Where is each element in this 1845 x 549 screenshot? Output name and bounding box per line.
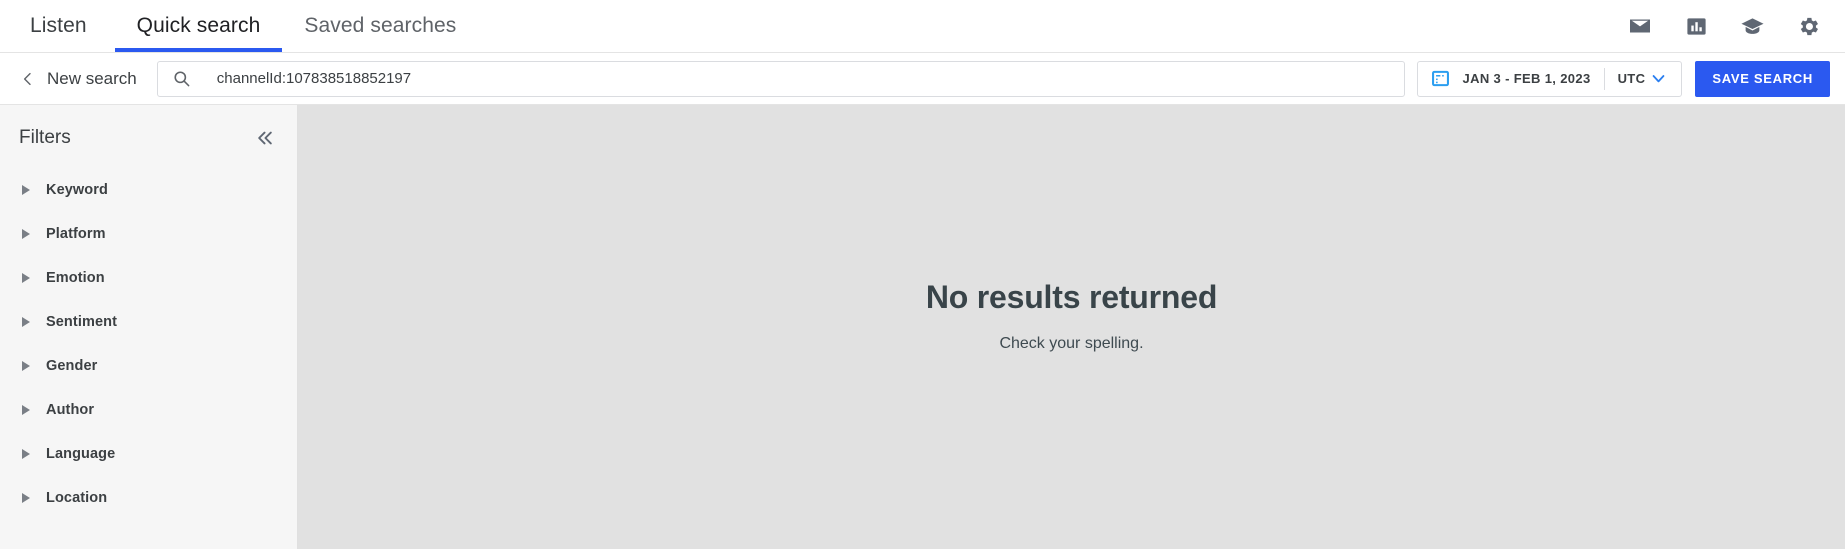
triangle-right-icon [22,317,30,327]
chevron-down-icon [1652,75,1665,83]
mail-icon[interactable] [1627,13,1653,39]
sidebar-item-author[interactable]: Author [0,388,297,432]
timezone-selector[interactable]: UTC [1618,70,1668,87]
sidebar-item-label: Gender [46,358,98,374]
triangle-right-icon [22,229,30,239]
page-body: Filters Keyword Platform Emotion Sentime… [0,105,1845,549]
sidebar-item-label: Keyword [46,182,108,198]
search-icon [174,71,190,87]
triangle-right-icon [22,493,30,503]
tab-saved-searches[interactable]: Saved searches [282,0,478,52]
sidebar-item-keyword[interactable]: Keyword [0,168,297,212]
chevron-left-icon [23,72,31,85]
bar-chart-icon[interactable] [1683,13,1709,39]
sidebar-item-label: Platform [46,226,106,242]
empty-state-title: No results returned [925,279,1218,315]
double-chevron-left-icon[interactable] [255,128,275,148]
filter-list: Keyword Platform Emotion Sentiment Gende… [0,168,297,520]
app-root: Listen Quick search Saved searches New s… [0,0,1845,549]
tab-quick-search-label: Quick search [136,14,261,37]
results-area: No results returned Check your spelling. [298,105,1845,549]
sidebar-item-gender[interactable]: Gender [0,344,297,388]
app-title: Listen [12,0,115,52]
top-icon-group [1627,0,1845,52]
sidebar-item-label: Emotion [46,270,105,286]
sidebar-item-language[interactable]: Language [0,432,297,476]
tab-list: Listen Quick search Saved searches [0,0,478,52]
new-search-button[interactable]: New search [14,69,151,89]
calendar-icon [1431,70,1449,87]
date-range-divider [1603,67,1605,90]
search-input-wrapper[interactable]: channelId:107838518852197 [156,60,1405,97]
sidebar-item-sentiment[interactable]: Sentiment [0,300,297,344]
search-toolbar: New search channelId:107838518852197 JAN… [0,53,1845,105]
triangle-right-icon [22,361,30,371]
timezone-label: UTC [1617,71,1646,86]
sidebar-item-platform[interactable]: Platform [0,212,297,256]
filters-sidebar: Filters Keyword Platform Emotion Sentime… [0,105,298,549]
graduation-cap-icon[interactable] [1739,13,1765,39]
sidebar-item-location[interactable]: Location [0,476,297,520]
tab-saved-searches-label: Saved searches [304,14,457,37]
sidebar-item-label: Location [46,490,108,506]
app-title-label: Listen [30,14,87,37]
sidebar-item-emotion[interactable]: Emotion [0,256,297,300]
triangle-right-icon [22,449,30,459]
new-search-label: New search [47,68,137,88]
sidebar-item-label: Sentiment [46,314,117,330]
gear-icon[interactable] [1795,13,1821,39]
filters-title: Filters [19,127,71,148]
top-navigation-bar: Listen Quick search Saved searches [0,0,1845,53]
triangle-right-icon [22,185,30,195]
filters-header: Filters [0,124,297,152]
empty-state-subtitle: Check your spelling. [999,335,1144,352]
sidebar-item-label: Author [46,402,95,418]
sidebar-item-label: Language [46,446,116,462]
search-input[interactable]: channelId:107838518852197 [217,70,411,87]
save-search-button[interactable]: SAVE SEARCH [1695,60,1830,97]
triangle-right-icon [22,405,30,415]
date-range-picker[interactable]: JAN 3 - FEB 1, 2023 UTC [1416,60,1683,97]
triangle-right-icon [22,273,30,283]
tab-quick-search[interactable]: Quick search [114,0,283,52]
date-range-label: JAN 3 - FEB 1, 2023 [1462,71,1591,86]
